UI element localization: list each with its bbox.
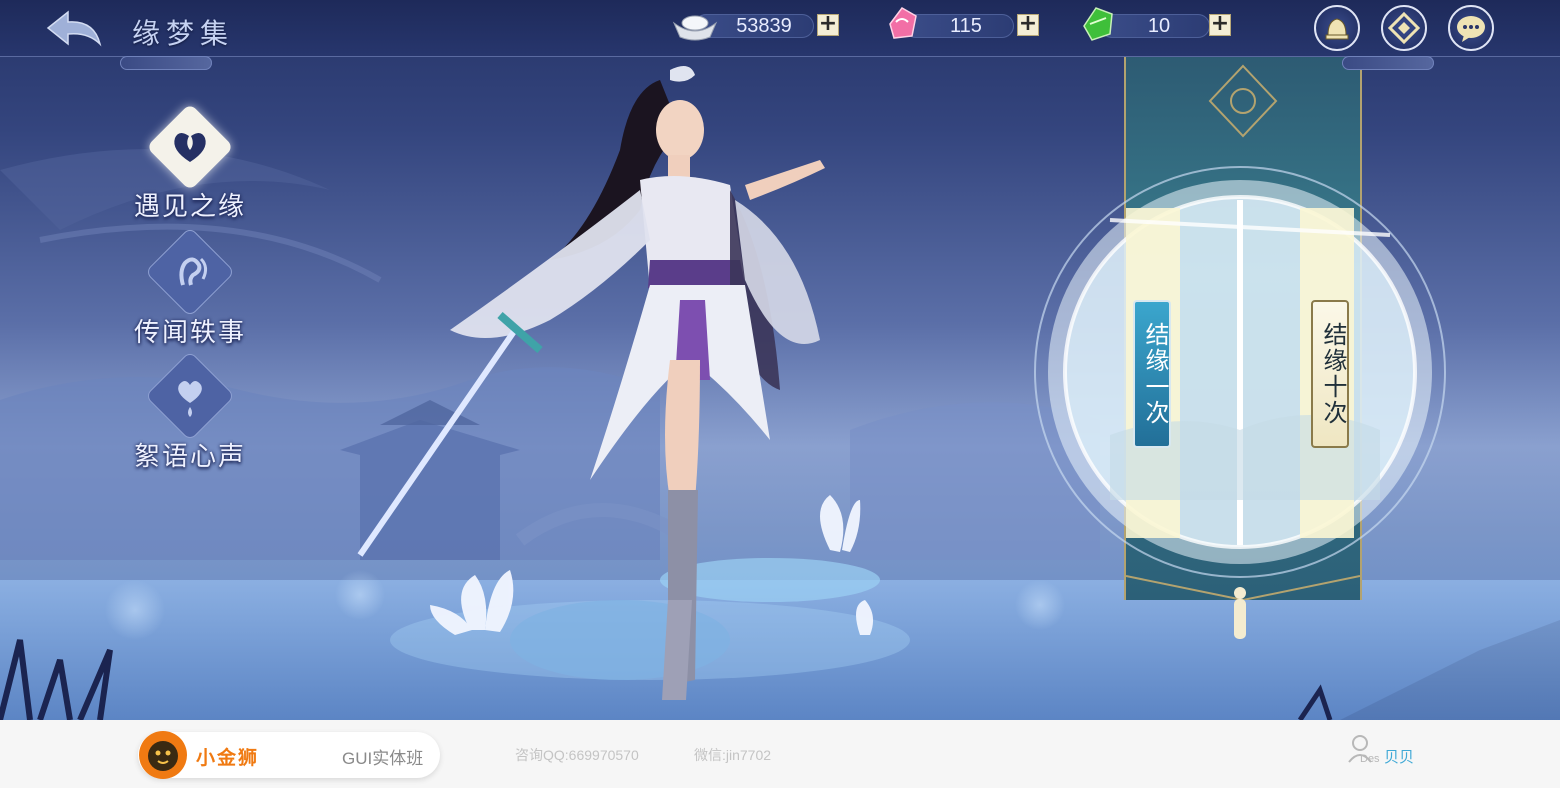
contact-qq: 咨询QQ:669970570 xyxy=(515,747,639,763)
bell-button[interactable] xyxy=(1314,5,1360,51)
menu-item-rumors[interactable]: 传闻轶事 xyxy=(120,226,260,349)
currency-silver: 53839 + xyxy=(672,12,842,41)
summon-once-button[interactable]: 结缘一次 xyxy=(1133,300,1171,448)
currency-silver-value: 53839 xyxy=(736,15,792,37)
silver-ingot-icon xyxy=(672,15,718,41)
back-button[interactable] xyxy=(42,6,106,52)
author-tag: Des xyxy=(1360,753,1380,765)
menu-grid-button[interactable] xyxy=(1381,5,1427,51)
menu-item-rumors-frame xyxy=(144,226,236,318)
heart-drop-icon xyxy=(178,381,202,417)
footer-bar: 小金狮 GUI实体班 咨询QQ:669970570 微信:jin7702 Des… xyxy=(0,720,1560,788)
moon-gate-frame xyxy=(1034,166,1446,578)
top-bar: 缘梦集 53839 + 115 + 10 + xyxy=(0,0,1560,57)
brand-name: 小金狮 xyxy=(196,748,260,769)
course-name: GUI实体班 xyxy=(342,749,424,768)
menu-item-whispers-frame xyxy=(144,350,236,442)
chat-bubble-icon xyxy=(1457,16,1485,42)
brand-pill: 小金狮 GUI实体班 xyxy=(138,731,440,779)
currency-green-gem: 10 + xyxy=(1078,7,1238,41)
add-silver-button[interactable]: + xyxy=(817,13,839,36)
menu-item-encounter-frame xyxy=(146,103,234,191)
game-scene: 结缘一次 结缘十次 遇见之缘 传闻轶事 絮语心声 xyxy=(0,0,1560,720)
menu-item-encounter-label: 遇见之缘 xyxy=(133,192,246,222)
summon-ten-button[interactable]: 结缘十次 xyxy=(1311,300,1349,448)
menu-item-whispers[interactable]: 絮语心声 xyxy=(120,350,260,473)
menu-item-whispers-label: 絮语心声 xyxy=(133,442,246,472)
green-gem-icon xyxy=(1083,7,1113,41)
pink-gem-icon xyxy=(889,7,917,39)
currency-pink-gem: 115 + xyxy=(882,7,1042,40)
lion-logo-icon xyxy=(139,731,187,779)
title-underline xyxy=(120,56,212,70)
icons-underline xyxy=(1342,56,1434,70)
diamond-grid-icon xyxy=(1387,11,1421,45)
ear-sound-icon xyxy=(179,257,208,286)
banner-tassel xyxy=(1234,587,1246,639)
page-title: 缘梦集 xyxy=(132,17,235,50)
bell-icon xyxy=(1325,18,1349,40)
back-arrow-icon xyxy=(46,10,102,47)
currency-pink-gem-value: 115 xyxy=(950,15,982,37)
summon-ten-label: 结缘十次 xyxy=(1319,322,1347,426)
contact-wechat: 微信:jin7702 xyxy=(694,747,772,763)
summon-once-label: 结缘一次 xyxy=(1141,322,1169,426)
add-pink-gem-button[interactable]: + xyxy=(1017,13,1039,36)
chat-button[interactable] xyxy=(1448,5,1494,51)
swan-heart-icon xyxy=(174,132,206,162)
add-green-gem-button[interactable]: + xyxy=(1209,13,1231,36)
heroine-character xyxy=(357,66,825,700)
menu-item-rumors-label: 传闻轶事 xyxy=(133,318,246,348)
author-name: 贝贝 xyxy=(1384,749,1415,766)
currency-green-gem-value: 10 xyxy=(1147,15,1171,37)
menu-item-encounter[interactable]: 遇见之缘 xyxy=(120,103,260,223)
